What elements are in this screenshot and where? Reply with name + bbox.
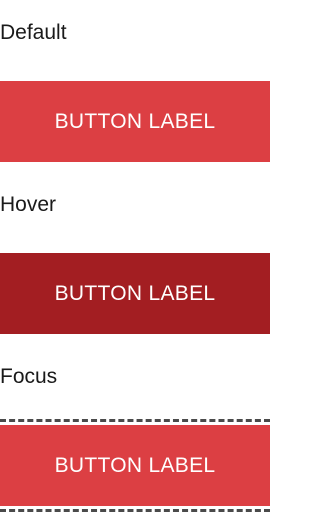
focus-ring-top — [0, 419, 270, 422]
focus-ring-bottom — [0, 509, 270, 512]
default-button[interactable]: BUTTON LABEL — [0, 81, 270, 162]
hover-button[interactable]: BUTTON LABEL — [0, 253, 270, 334]
default-state-label: Default — [0, 21, 67, 44]
focus-button[interactable]: BUTTON LABEL — [0, 425, 270, 506]
hover-state-label: Hover — [0, 193, 57, 216]
focus-state-label: Focus — [0, 365, 58, 388]
